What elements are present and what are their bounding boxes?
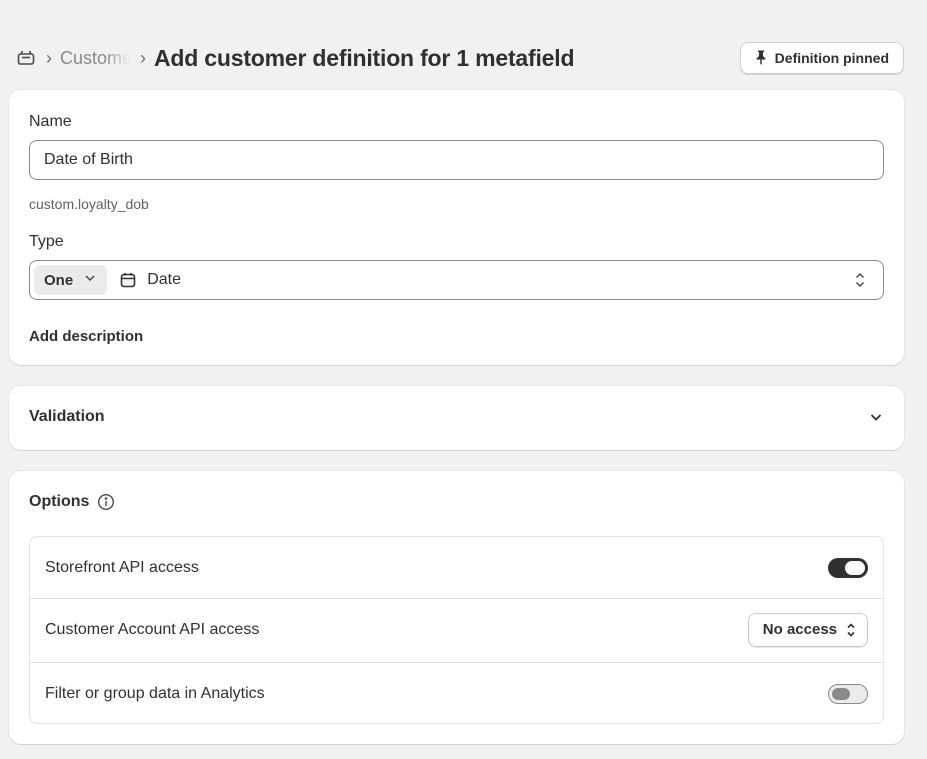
name-input-value: Date of Birth [44, 151, 133, 168]
options-card: Options Storefront API access Customer A… [9, 471, 904, 744]
pin-button-label: Definition pinned [774, 50, 889, 66]
options-title: Options [29, 493, 90, 510]
breadcrumb-separator: › [46, 47, 52, 68]
definition-pinned-button[interactable]: Definition pinned [739, 42, 904, 74]
option-label: Storefront API access [45, 559, 199, 576]
option-label: Customer Account API access [45, 620, 260, 638]
options-list: Storefront API access Customer Account A… [29, 536, 884, 724]
type-label: Type [29, 233, 64, 250]
type-quantity-value: One [44, 271, 74, 289]
validation-title: Validation [29, 408, 105, 425]
option-row-storefront-api: Storefront API access [30, 537, 883, 599]
validation-header[interactable]: Validation [29, 408, 884, 426]
select-updown-icon [845, 621, 857, 639]
page-header: › Customers › Add customer definition fo… [16, 40, 904, 76]
storefront-api-toggle[interactable] [828, 558, 868, 578]
type-value: Date [147, 271, 181, 288]
namespace-key: custom.loyalty_dob [29, 196, 149, 212]
add-description-button[interactable]: Add description [29, 328, 143, 345]
breadcrumb-separator: › [140, 47, 146, 68]
breadcrumb-customers[interactable]: Customers [60, 48, 130, 69]
definition-card: Name Date of Birth custom.loyalty_dob Ty… [9, 90, 904, 365]
info-icon[interactable] [97, 493, 115, 511]
select-updown-icon [853, 271, 867, 289]
validation-card[interactable]: Validation [9, 386, 904, 450]
chevron-down-icon[interactable] [868, 409, 884, 425]
select-value: No access [762, 621, 837, 638]
customer-account-api-select[interactable]: No access [747, 612, 868, 647]
option-row-analytics: Filter or group data in Analytics [30, 662, 883, 724]
type-select[interactable]: One Date [29, 260, 884, 300]
chevron-down-icon [83, 271, 97, 289]
pin-icon [753, 49, 769, 68]
name-label: Name [29, 113, 72, 130]
option-label: Filter or group data in Analytics [45, 684, 265, 702]
name-input[interactable]: Date of Birth [29, 140, 884, 180]
page-title: Add customer definition for 1 metafield [154, 44, 575, 71]
type-quantity-select[interactable]: One [34, 265, 108, 295]
options-header: Options [29, 493, 884, 511]
calendar-icon [119, 271, 137, 289]
option-row-customer-account-api: Customer Account API access No access [30, 598, 883, 660]
customer-store-icon[interactable] [16, 48, 36, 68]
analytics-toggle[interactable] [828, 683, 868, 704]
